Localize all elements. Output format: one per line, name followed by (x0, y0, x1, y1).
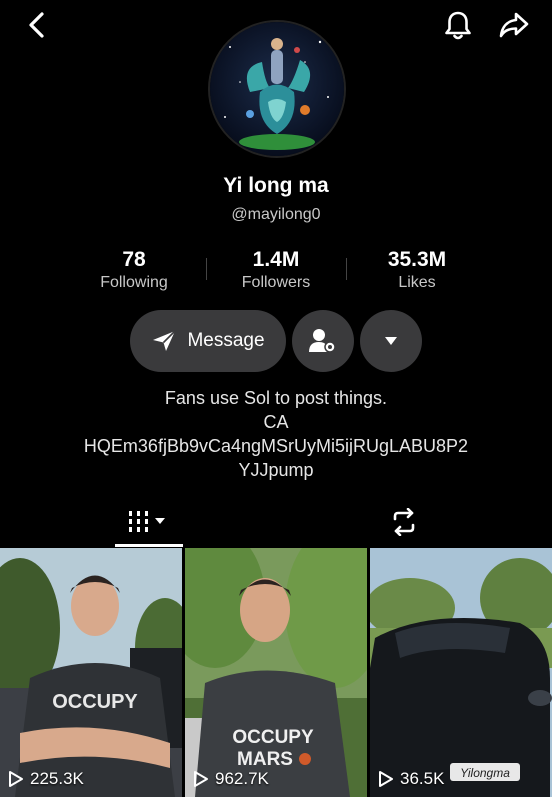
shirt-text: MARS (237, 749, 293, 770)
stat-likes-count: 35.3M (387, 248, 447, 271)
play-icon (194, 771, 208, 787)
send-icon (151, 329, 177, 353)
add-friend-button[interactable] (292, 310, 354, 372)
stat-likes[interactable]: 35.3M Likes (357, 248, 477, 294)
shirt-text: OCCUPY (232, 727, 314, 748)
message-label: Message (187, 330, 265, 351)
add-friend-icon (308, 327, 338, 355)
video-thumbnail[interactable]: OCCUPY 225.3K (0, 548, 182, 797)
stat-following-label: Following (100, 274, 168, 291)
stat-divider (206, 258, 207, 280)
stat-followers[interactable]: 1.4M Followers (216, 248, 336, 294)
chevron-down-icon (384, 336, 398, 346)
tab-active-indicator (115, 544, 183, 547)
video-thumbnail[interactable]: OCCUPY MARS 962.7K (185, 548, 367, 797)
profile-handle: @mayilong0 (231, 206, 321, 223)
shirt-text: OCCUPY (52, 691, 138, 713)
bio-line: CA (263, 412, 289, 432)
play-icon (379, 771, 393, 787)
back-chevron-icon[interactable] (20, 8, 54, 42)
bio-line: HQEm36fjBb9vCa4ngMSrUyMi5ijRUgLABU8P2 (83, 436, 469, 456)
more-options-button[interactable] (360, 310, 422, 372)
bio-line: Fans use Sol to post things. (164, 388, 388, 408)
avatar[interactable] (208, 20, 346, 158)
video-views: 962.7K (193, 769, 269, 789)
stat-followers-count: 1.4M (252, 248, 300, 271)
play-icon (9, 771, 23, 787)
tab-reposts[interactable] (370, 500, 438, 544)
share-icon[interactable] (497, 8, 531, 42)
stat-followers-label: Followers (241, 274, 311, 291)
profile-name: Yi long ma (223, 174, 329, 197)
stat-divider (346, 258, 347, 280)
bell-icon[interactable] (441, 8, 475, 42)
video-views: 36.5K (378, 769, 444, 789)
tab-videos[interactable] (115, 500, 183, 544)
grid-icon (127, 509, 171, 535)
message-button[interactable]: Message (130, 310, 286, 372)
repost-icon (389, 508, 419, 536)
video-views: 225.3K (8, 769, 84, 789)
bio-line: YJJpump (238, 460, 314, 480)
stat-following-count: 78 (122, 248, 146, 271)
license-plate: Yilongma (460, 766, 510, 780)
stat-likes-label: Likes (398, 274, 436, 291)
stat-following[interactable]: 78 Following (74, 248, 194, 294)
video-thumbnail[interactable]: Yilongma 36.5K (370, 548, 552, 797)
